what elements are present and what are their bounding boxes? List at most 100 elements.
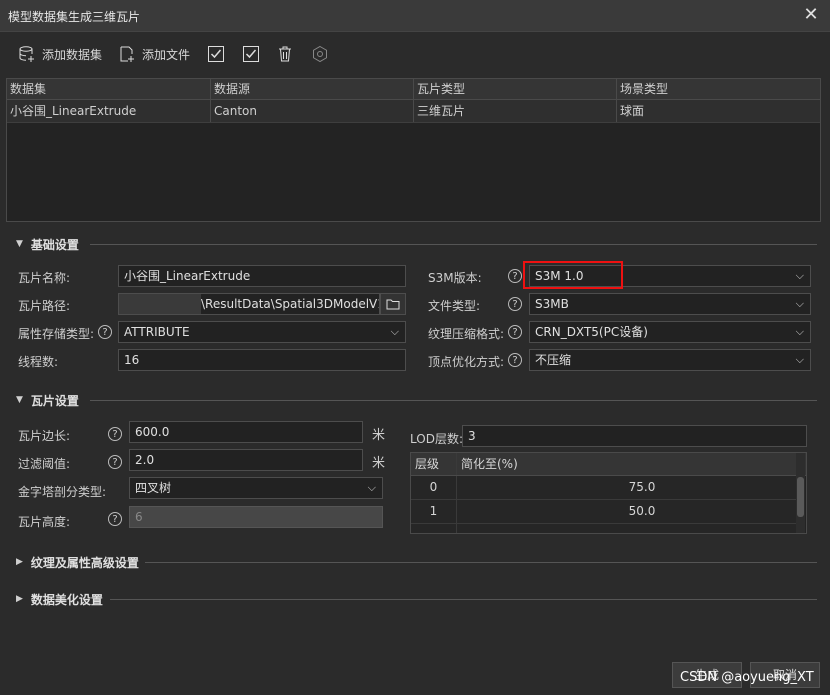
table-row[interactable]: 小谷围_LinearExtrude Canton 三维瓦片 球面 — [7, 100, 820, 123]
chevron-down-icon: ⌵ — [795, 269, 804, 282]
lod-percent-cell: 75.0 — [628, 480, 656, 494]
table-row[interactable]: 0 75.0 — [411, 476, 797, 500]
help-icon[interactable]: ? — [108, 427, 122, 441]
lod-table: 层级 简化至(%) 0 75.0 1 50.0 — [410, 452, 807, 534]
vertex-opt-label: 顶点优化方式: — [428, 355, 505, 369]
pyramid-type-value: 四叉树 — [135, 481, 172, 495]
section-title: 纹理及属性高级设置 — [30, 555, 139, 570]
attr-storage-label: 属性存储类型: — [18, 327, 95, 341]
dataset-table: 数据集 数据源 瓦片类型 场景类型 小谷围_LinearExtrude Cant… — [6, 78, 821, 222]
add-file-label: 添加文件 — [142, 47, 191, 62]
expand-triangle-icon: ▶ — [16, 557, 23, 567]
database-icon — [16, 43, 38, 65]
filter-threshold-label: 过滤阈值: — [18, 457, 71, 471]
lod-count-input[interactable]: 3 — [462, 425, 807, 447]
table-cell: 小谷围_LinearExtrude — [7, 100, 211, 122]
delete-button[interactable] — [274, 42, 296, 66]
lod-level-cell: 1 — [411, 500, 457, 523]
table-cell: 球面 — [620, 104, 645, 118]
divider — [110, 599, 817, 600]
filter-threshold-input[interactable]: 2.0 — [129, 449, 363, 471]
column-header[interactable]: 数据集 — [7, 79, 211, 99]
table-header: 数据集 数据源 瓦片类型 场景类型 — [7, 79, 820, 100]
folder-icon — [386, 299, 400, 310]
chevron-down-icon: ⌵ — [367, 481, 376, 494]
help-icon[interactable]: ? — [98, 325, 112, 339]
tile-path-text: \ResultData\Spatial3DModelV1 — [201, 297, 380, 311]
column-header[interactable]: 瓦片类型 — [414, 79, 617, 99]
attr-storage-value: ATTRIBUTE — [124, 325, 190, 339]
column-header[interactable]: 层级 — [411, 453, 457, 475]
table-row-partial — [411, 524, 797, 533]
hexagon-gear-icon — [309, 43, 331, 65]
scrollbar[interactable] — [796, 453, 805, 533]
tile-path-label: 瓦片路径: — [18, 299, 71, 313]
section-title: 数据美化设置 — [30, 592, 103, 607]
s3m-version-label: S3M版本: — [428, 271, 482, 285]
tile-edge-input[interactable]: 600.0 — [129, 421, 363, 443]
trash-icon — [274, 43, 296, 65]
watermark: CSDN @aoyueng_XT — [680, 670, 814, 685]
section-title: 基础设置 — [30, 237, 79, 252]
tile-height-label: 瓦片高度: — [18, 515, 71, 529]
chevron-down-icon: ⌵ — [795, 297, 804, 310]
texture-advanced-header[interactable]: ▶ 纹理及属性高级设置 — [16, 552, 139, 572]
threads-label: 线程数: — [18, 355, 59, 369]
add-dataset-label: 添加数据集 — [42, 47, 103, 62]
column-header[interactable]: 场景类型 — [617, 79, 820, 99]
pyramid-type-label: 金字塔剖分类型: — [18, 485, 107, 499]
expand-triangle-icon: ▶ — [16, 594, 23, 604]
help-icon[interactable]: ? — [508, 269, 522, 283]
column-header[interactable]: 数据源 — [211, 79, 414, 99]
vertex-opt-value: 不压缩 — [535, 353, 572, 367]
column-header[interactable]: 简化至(%) — [457, 453, 806, 475]
help-icon[interactable]: ? — [108, 512, 122, 526]
browse-folder-button[interactable] — [380, 293, 406, 315]
add-dataset-button[interactable]: 添加数据集 — [16, 42, 102, 66]
file-type-value: S3MB — [535, 297, 569, 311]
collapse-triangle-icon: ▼ — [16, 395, 23, 405]
help-icon[interactable]: ? — [508, 325, 522, 339]
pyramid-type-select[interactable]: 四叉树 ⌵ — [129, 477, 383, 499]
texture-compress-label: 纹理压缩格式: — [428, 327, 505, 341]
chevron-down-icon: ⌵ — [795, 325, 804, 338]
basic-settings-header[interactable]: ▼ 基础设置 — [16, 234, 79, 254]
file-type-select[interactable]: S3MB ⌵ — [529, 293, 811, 315]
table-cell: Canton — [211, 100, 414, 122]
highlight-box — [523, 261, 623, 289]
lod-percent-cell: 50.0 — [628, 504, 656, 518]
file-type-label: 文件类型: — [428, 299, 481, 313]
divider — [145, 562, 817, 563]
invert-select-button[interactable] — [240, 42, 262, 66]
add-file-button[interactable]: 添加文件 — [116, 42, 190, 66]
table-row[interactable]: 1 50.0 — [411, 500, 797, 524]
chevron-down-icon: ⌵ — [795, 353, 804, 366]
window-title: 模型数据集生成三维瓦片 — [8, 10, 141, 24]
help-icon[interactable]: ? — [508, 353, 522, 367]
redacted-block — [119, 294, 201, 314]
select-all-button[interactable] — [205, 42, 227, 66]
help-icon[interactable]: ? — [108, 455, 122, 469]
close-icon[interactable]: ✕ — [800, 4, 822, 26]
vertex-opt-select[interactable]: 不压缩 ⌵ — [529, 349, 811, 371]
settings-button[interactable] — [309, 42, 331, 66]
lod-table-header: 层级 简化至(%) — [411, 453, 806, 476]
tile-name-input[interactable]: 小谷围_LinearExtrude — [118, 265, 406, 287]
tile-edge-label: 瓦片边长: — [18, 429, 71, 443]
help-icon[interactable]: ? — [508, 297, 522, 311]
scrollbar-thumb[interactable] — [797, 477, 804, 517]
add-file-icon — [116, 43, 138, 65]
tile-path-input[interactable]: \ResultData\Spatial3DModelV1 — [118, 293, 380, 315]
checkbox-check-icon — [240, 43, 262, 65]
threads-input[interactable]: 16 — [118, 349, 406, 371]
tile-height-input: 6 — [129, 506, 383, 528]
texture-compress-select[interactable]: CRN_DXT5(PC设备) ⌵ — [529, 321, 811, 343]
lod-count-label: LOD层数: — [410, 432, 463, 446]
texture-compress-value: CRN_DXT5(PC设备) — [535, 325, 648, 339]
checkbox-checked-icon — [205, 43, 227, 65]
lod-level-cell: 0 — [411, 476, 457, 499]
tile-settings-header[interactable]: ▼ 瓦片设置 — [16, 390, 79, 410]
filter-unit: 米 — [372, 456, 386, 471]
beautify-header[interactable]: ▶ 数据美化设置 — [16, 589, 103, 609]
attr-storage-select[interactable]: ATTRIBUTE ⌵ — [118, 321, 406, 343]
